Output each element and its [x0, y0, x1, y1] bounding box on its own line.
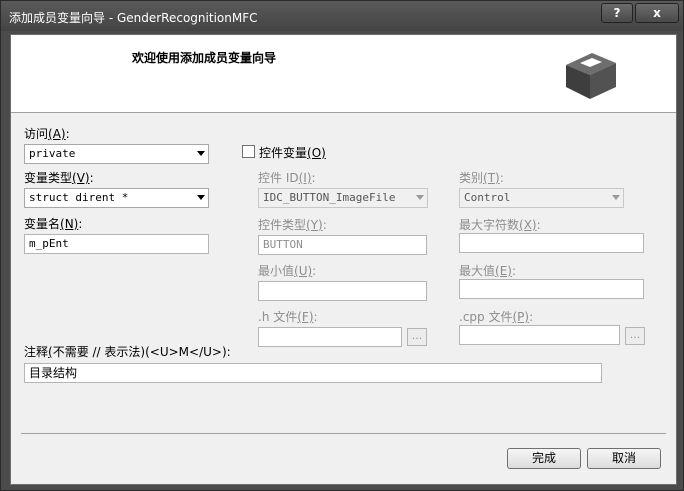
var-type-value: struct dirent * — [29, 191, 129, 204]
max-value-label: 最大值(E): — [459, 264, 517, 278]
min-value-label: 最小值(U): — [258, 264, 317, 278]
close-button[interactable]: x — [635, 3, 679, 23]
dialog-window: 添加成员变量向导 - GenderRecognitionMFC ? x 欢迎使用… — [0, 0, 684, 491]
wizard-box-icon — [566, 53, 616, 99]
var-name-label: 变量名(N): — [24, 217, 83, 231]
h-file-browse-button[interactable]: ... — [407, 328, 427, 346]
chevron-down-icon[interactable] — [416, 195, 424, 200]
max-chars-label: 最大字符数(X): — [459, 218, 541, 232]
var-type-label: 变量类型(V): — [24, 171, 94, 185]
cpp-file-browse-button[interactable]: ... — [625, 327, 645, 345]
finish-button[interactable]: 完成 — [507, 448, 581, 469]
cancel-button[interactable]: 取消 — [587, 448, 661, 469]
h-file-label: .h 文件(F): — [258, 310, 318, 324]
access-label: 访问(A): — [24, 127, 70, 141]
max-value-field[interactable] — [459, 279, 644, 299]
var-type-combo[interactable]: struct dirent * — [24, 188, 209, 208]
comment-label: 注释(不需要 // 表示法)(<U>M</U>): — [24, 345, 231, 359]
chevron-down-icon[interactable] — [612, 195, 620, 200]
control-id-label: 控件 ID(I): — [258, 171, 316, 185]
control-type-label: 控件类型(Y): — [258, 218, 327, 232]
access-combo[interactable]: private — [24, 144, 209, 164]
help-button[interactable]: ? — [601, 3, 633, 23]
category-value: Control — [464, 191, 511, 204]
title-bar[interactable]: 添加成员变量向导 - GenderRecognitionMFC ? x — [1, 1, 683, 31]
cpp-file-field[interactable] — [459, 325, 620, 345]
wizard-title: 欢迎使用添加成员变量向导 — [132, 51, 277, 65]
max-chars-field[interactable] — [459, 233, 644, 253]
access-value: private — [29, 147, 76, 160]
window-title: 添加成员变量向导 - GenderRecognitionMFC — [9, 11, 258, 25]
footer-divider — [21, 433, 666, 434]
dialog-client-area: 欢迎使用添加成员变量向导 访问(A): private 变量类型(V): str… — [10, 34, 677, 485]
control-id-value: IDC_BUTTON_ImageFile — [263, 191, 396, 204]
control-id-combo[interactable]: IDC_BUTTON_ImageFile — [258, 188, 428, 208]
chevron-down-icon[interactable] — [197, 151, 205, 156]
min-value-field[interactable] — [258, 281, 427, 301]
cpp-file-label: .cpp 文件(P): — [459, 310, 534, 324]
comment-field[interactable]: 目录结构 — [24, 363, 602, 383]
control-var-label[interactable]: 控件变量(O) — [259, 144, 326, 161]
control-var-checkbox[interactable] — [242, 145, 255, 158]
category-label: 类别(T): — [459, 171, 504, 185]
control-type-field[interactable]: BUTTON — [258, 235, 427, 255]
h-file-field[interactable] — [258, 327, 402, 347]
wizard-header: 欢迎使用添加成员变量向导 — [11, 35, 676, 113]
chevron-down-icon[interactable] — [197, 195, 205, 200]
category-combo[interactable]: Control — [459, 188, 624, 208]
var-name-field[interactable]: m_pEnt — [24, 234, 209, 254]
